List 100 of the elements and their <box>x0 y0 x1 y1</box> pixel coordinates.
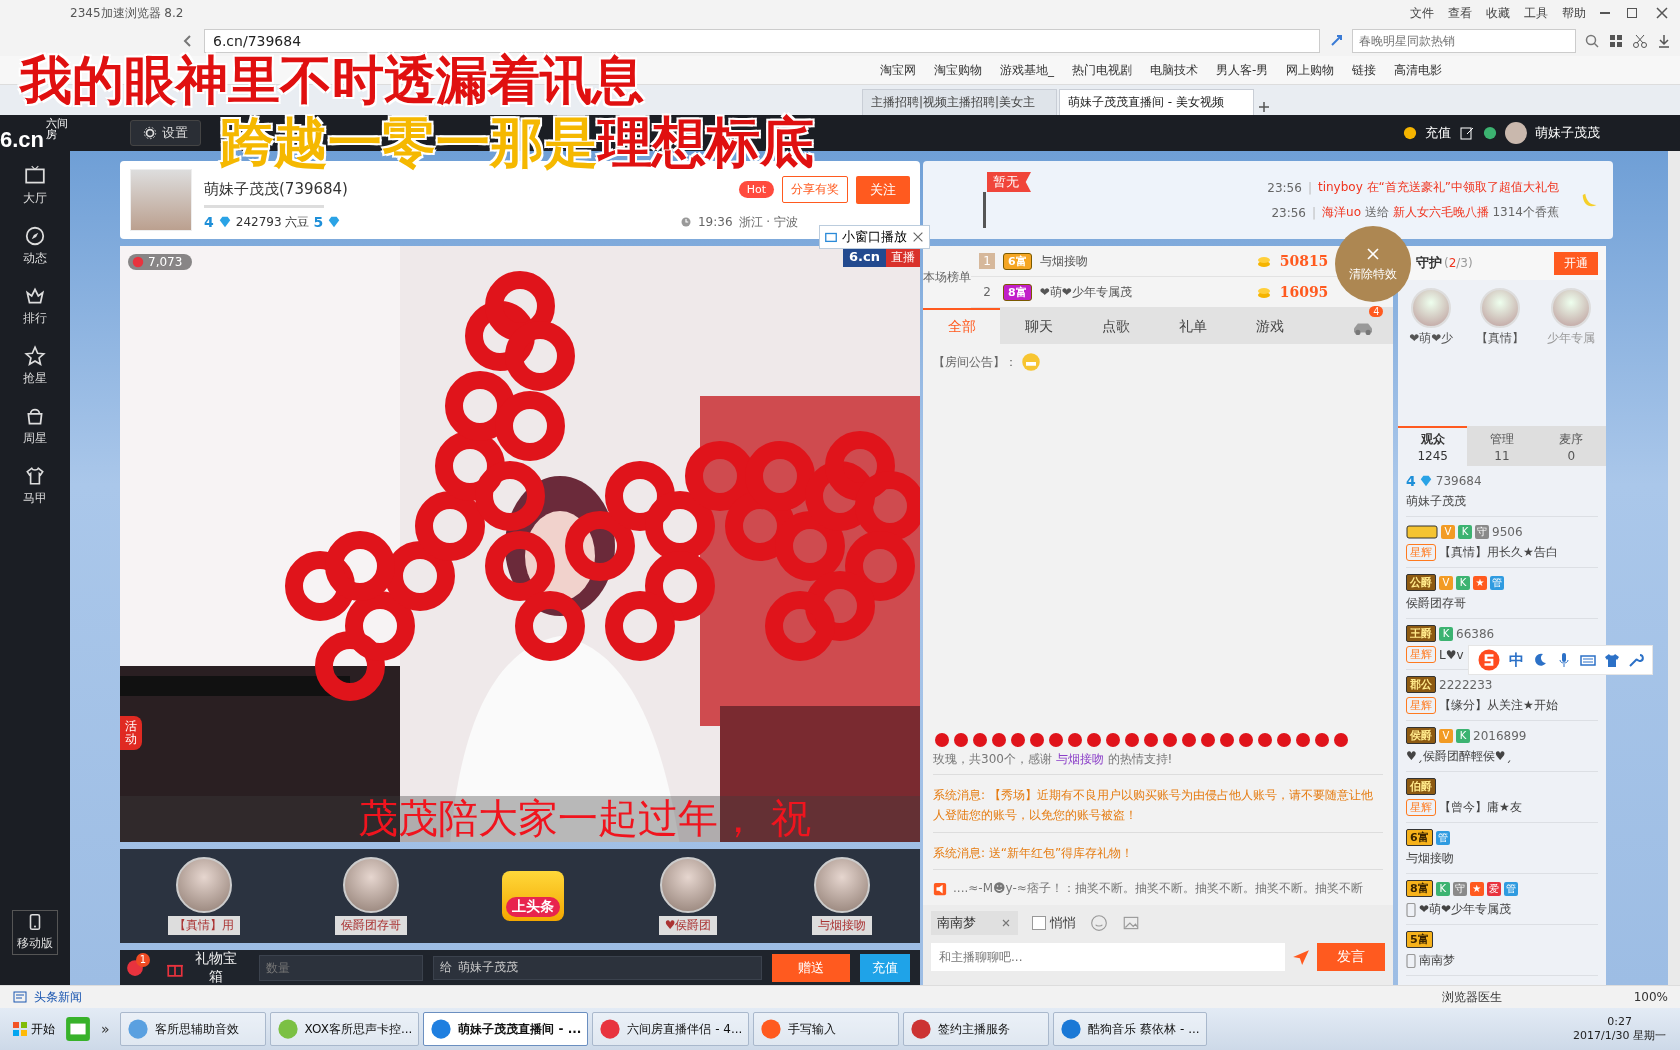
user-name[interactable]: 萌妹子茂茂 <box>1535 124 1600 142</box>
close-icon <box>1365 245 1381 262</box>
menu-item[interactable]: 工具 <box>1524 4 1548 22</box>
app-icon <box>1060 1018 1083 1040</box>
headline-button[interactable]: 上头条 <box>501 870 564 921</box>
input-mode[interactable]: 中 <box>1509 650 1524 670</box>
rank-badge-icon <box>1406 523 1438 540</box>
menu-item[interactable]: 查看 <box>1448 4 1472 22</box>
sidebar-item[interactable]: 周星 <box>23 405 47 447</box>
user-name[interactable]: 【真情】用长久★告白 <box>1439 543 1558 561</box>
star-badge: 星辉 <box>1406 543 1436 561</box>
recharge-link[interactable]: 充值 <box>1425 124 1451 142</box>
mini-window-button[interactable]: 小窗口播放 <box>819 224 930 249</box>
clock-icon <box>679 216 692 229</box>
browser-tab[interactable]: 主播招聘|视频主播招聘|美女主 <box>862 89 1057 115</box>
chat-target[interactable]: 南南梦 <box>931 911 1018 935</box>
audience-tab[interactable]: 管理 11 <box>1467 426 1537 466</box>
start-button[interactable]: 开始 <box>6 1020 61 1038</box>
user-name[interactable]: 侯爵团存哥 <box>1406 595 1466 612</box>
guard-name: ❤萌❤少 <box>1409 330 1454 347</box>
chat-tab[interactable]: 礼单 <box>1154 308 1231 344</box>
whisper-checkbox[interactable]: 悄悄 <box>1032 914 1076 932</box>
news-icon <box>12 989 28 1005</box>
windows-icon <box>12 1021 28 1037</box>
settings-button[interactable]: 设置 <box>130 120 201 146</box>
site-logo[interactable]: 6.cn 六间房 <box>0 115 70 151</box>
user-number: 739684 <box>1435 473 1482 488</box>
bookmark[interactable]: 电脑技术 <box>1150 61 1198 79</box>
ranking-label[interactable]: 本场榜单 <box>923 269 971 285</box>
clock[interactable]: 0:27 2017/1/30 星期一 <box>1565 1015 1674 1043</box>
mobile-version-button[interactable]: 移动版 <box>12 910 58 955</box>
search-field[interactable]: 春晚明星同款热销 <box>1352 29 1576 53</box>
user-name[interactable]: 【曾今】庸★友 <box>1439 799 1522 816</box>
bookmark[interactable]: 淘宝网 <box>880 61 916 79</box>
sidebar-item[interactable]: 马甲 <box>23 465 47 507</box>
user-name[interactable]: 萌妹子茂茂 <box>1406 492 1466 510</box>
audience-tab[interactable]: 麦序 0 <box>1536 426 1606 466</box>
user-tag: 管 <box>1503 881 1518 896</box>
sidebar-item[interactable]: 大厅 <box>23 165 47 207</box>
taskbar-item[interactable]: 萌妹子茂茂直播间 - ... <box>423 1012 589 1046</box>
taskbar-item[interactable]: 签约主播服务 <box>903 1012 1050 1046</box>
ranking-name[interactable]: ❤萌❤少年专属茂 <box>1039 283 1180 301</box>
user-tag: V <box>1441 524 1455 539</box>
chat-tab[interactable]: 点歌 <box>1077 308 1154 344</box>
bookmark[interactable]: 网上购物 <box>1286 61 1335 79</box>
user-name[interactable]: 与烟接吻 <box>1406 850 1454 867</box>
guard-name: 少年专属 <box>1546 330 1595 347</box>
zoom-level[interactable]: 100% <box>1633 990 1668 1004</box>
bookmark[interactable]: 男人客-男 <box>1216 61 1269 79</box>
bookmark[interactable]: 高清电影 <box>1394 61 1443 79</box>
more-button[interactable]: » <box>101 1021 110 1037</box>
taskbar-item[interactable]: 手写输入 <box>753 1012 900 1046</box>
news-link[interactable]: 头条新闻 <box>34 988 82 1006</box>
recipient-field[interactable]: 给 萌妹子茂茂 <box>433 955 762 980</box>
sidebar-item[interactable]: 排行 <box>23 285 47 327</box>
audience-tab[interactable]: 观众 1245 <box>1398 426 1468 466</box>
chat-input[interactable]: 和主播聊聊吧... <box>931 943 1285 971</box>
grin-icon <box>1021 352 1041 372</box>
user-number: 2222233 <box>1439 677 1493 692</box>
user-tag: 守 <box>1452 881 1467 896</box>
system-message: 系统消息: 送“新年红包”得库存礼物！ <box>933 842 1383 870</box>
user-tag: 管 <box>1435 830 1450 845</box>
user-name[interactable]: ❤萌❤少年专属茂 <box>1419 901 1512 918</box>
user-name[interactable]: ♥ˏ侯爵团醉輕侯♥ˏ <box>1406 748 1512 765</box>
quantity-field[interactable]: 数量 <box>259 954 424 981</box>
star-name: ♥侯爵团 <box>658 915 718 935</box>
ranking-name[interactable]: 与烟接吻 <box>1039 252 1180 270</box>
chat-tab[interactable]: 游戏 <box>1231 308 1308 344</box>
close-icon <box>1000 917 1012 929</box>
chat-tab[interactable]: 聊天 <box>1000 308 1077 344</box>
taskbar-item[interactable]: XOX客所思声卡控... <box>269 1012 420 1046</box>
user-number: 66386 <box>1456 626 1495 641</box>
taskbar-item[interactable]: 酷狗音乐 蔡依林 - ... <box>1053 1012 1207 1046</box>
user-link[interactable]: 与烟接吻 <box>1055 751 1104 766</box>
user-name[interactable]: L♥v <box>1439 647 1464 662</box>
bookmark[interactable]: 游戏基地_ <box>1000 61 1054 79</box>
taskbar-item[interactable]: 客所思辅助音效 <box>119 1012 266 1046</box>
activity-tab[interactable]: 活动 <box>120 715 142 750</box>
user-tag: 爱 <box>1486 881 1501 896</box>
address-field[interactable]: 6.cn/739684 <box>204 29 1320 53</box>
scissors-icon <box>1632 33 1648 49</box>
bookmark[interactable]: 链接 <box>1352 61 1377 79</box>
menu-item[interactable]: 文件 <box>1410 4 1434 22</box>
bookmark[interactable]: 热门电视剧 <box>1072 61 1132 79</box>
level-number: 4 <box>204 214 214 231</box>
user-avatar[interactable] <box>1505 122 1527 144</box>
taskbar-item[interactable]: 六间房直播伴侣 - 4... <box>592 1012 750 1046</box>
sidebar-item[interactable]: 抢星 <box>23 345 47 387</box>
browser-tab[interactable]: 萌妹子茂茂直播间 - 美女视频 <box>1059 89 1254 115</box>
menu-item[interactable]: 帮助 <box>1562 4 1586 22</box>
menu-item[interactable]: 收藏 <box>1486 4 1510 22</box>
sidebar-item[interactable]: 动态 <box>23 225 47 267</box>
rank-badge: 公爵 <box>1406 574 1436 591</box>
user-name[interactable]: 南南梦 <box>1419 952 1455 969</box>
bookmark[interactable]: 淘宝购物 <box>934 61 982 79</box>
paper-plane-icon <box>1291 948 1311 966</box>
browser-doctor-link[interactable]: 浏览器医生 <box>1441 988 1502 1006</box>
gift-box-button[interactable]: 礼物宝箱 <box>159 948 250 987</box>
user-name[interactable]: 【缘分】从关注★开始 <box>1439 697 1558 714</box>
scrollbar[interactable] <box>1668 151 1680 985</box>
